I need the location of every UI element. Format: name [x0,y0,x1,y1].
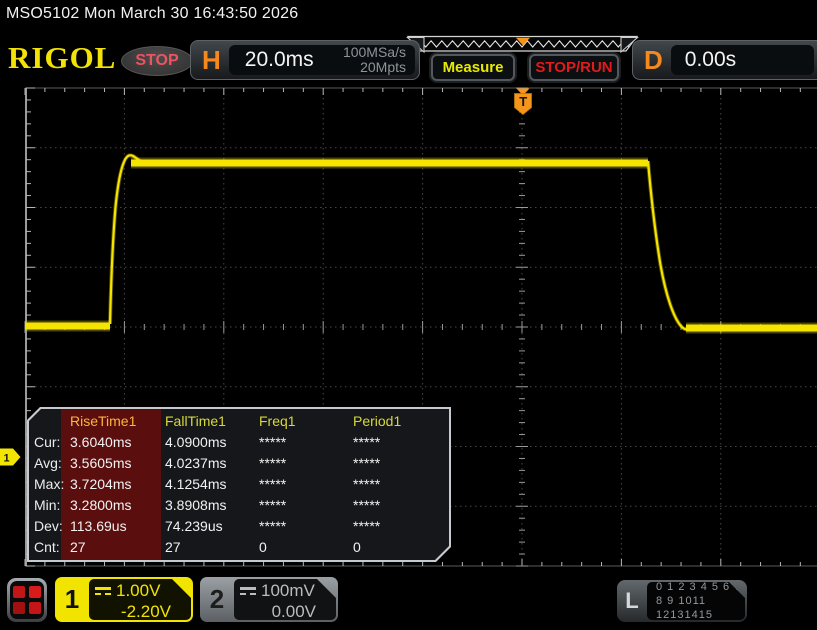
measurement-column-header[interactable]: RiseTime1 [61,413,161,434]
measurement-value: ***** [259,434,287,450]
measurement-value: 0 [259,539,267,555]
horizontal-position-strip[interactable] [406,35,639,52]
delay-value: 0.00s [684,48,737,71]
logic-analyzer-label: L [625,588,639,613]
horizontal-timebase-panel[interactable]: H 20.0ms 100MSa/s 20Mpts [190,40,420,80]
trigger-delay-panel[interactable]: D 0.00s [632,40,817,80]
measurement-value: 4.0237ms [165,455,227,471]
measurement-value: 4.0900ms [165,434,227,450]
sample-rate: 100MSa/s [342,44,406,60]
sample-rate-block: 100MSa/s 20Mpts [343,45,415,75]
measurement-value: 27 [165,539,181,555]
channel1-position-tag[interactable]: 1 [0,448,21,466]
measurement-value: ***** [353,455,381,471]
measurement-value: ***** [353,497,381,513]
channel1-position-tag-label: 1 [3,453,9,465]
measurement-column-header[interactable]: Freq1 [255,413,349,434]
channel2-offset: 0.00V [271,602,316,621]
measurement-value: 74.239us [165,518,223,534]
measurement-column-header[interactable]: FallTime1 [161,413,255,434]
measurement-panel[interactable]: RiseTime1 FallTime1 Freq1 Period1 Cur: 3… [27,407,451,562]
h-label: H [202,44,221,75]
stop-run-button[interactable]: STOP/RUN [529,54,619,81]
measurement-value: ***** [353,434,381,450]
measurement-value: 3.8908ms [165,497,227,513]
dc-coupling-icon [240,587,256,595]
timebase-pill: 20.0ms 100MSa/s 20Mpts [228,45,415,75]
measure-button[interactable]: Measure [431,54,515,81]
channel1-number: 1 [64,584,80,614]
measurement-value: 0 [353,539,361,555]
measurement-value: 3.6040ms [70,434,132,450]
measurement-value: 113.69us [70,518,127,534]
channel2-number: 2 [209,584,225,614]
trigger-marker[interactable]: T [514,88,532,116]
measurement-value: 3.7204ms [70,476,132,492]
grid-icon-square [13,602,25,614]
titlebar-text: MSO5102 Mon March 30 16:43:50 2026 [6,5,299,22]
rigol-logo: RIGOL [8,40,117,75]
channel1-badge[interactable]: 1 1.00V -2.20V [55,577,193,622]
channel2-badge[interactable]: 2 100mV 0.00V [200,577,338,622]
display-menu-icon[interactable] [7,578,47,622]
grid-icon-square [29,602,41,614]
channel1-scale: 1.00V [116,581,161,600]
memory-depth: 20Mpts [360,59,406,75]
measurement-row-label: Cnt: [34,539,60,555]
measurement-row-label: Max: [34,476,65,492]
grid-icon-square [29,586,41,598]
trigger-marker-letter: T [519,94,527,109]
measurement-row-label: Min: [34,497,61,513]
measurement-value: 4.1254ms [165,476,227,492]
measurement-row-label: Cur: [34,434,61,450]
measurement-value: 3.2800ms [70,497,132,513]
measurement-value: ***** [259,518,287,534]
measurement-row-label: Avg: [34,455,62,471]
measurement-value: ***** [259,455,287,471]
measurement-value: ***** [353,476,381,492]
acquisition-status-badge: STOP [121,46,193,76]
timebase-value: 20.0ms [244,48,314,71]
measurement-value: ***** [259,476,287,492]
digital-channels-row2: 8 9 1011 12131415 [656,595,713,621]
channel1-offset: -2.20V [120,602,171,621]
grid-icon-square [13,586,25,598]
measurement-corner-cell [29,413,61,434]
measurement-value: ***** [259,497,287,513]
measurement-value: 27 [70,539,86,555]
channel2-scale: 100mV [261,581,315,600]
measurement-row-label: Dev: [34,518,63,534]
d-label: D [644,44,663,75]
dc-coupling-icon [95,587,111,595]
digital-channels-row1: 0 1 2 3 4 5 6 7 [656,581,742,593]
logic-analyzer-badge[interactable]: L 0 1 2 3 4 5 6 7 8 9 1011 12131415 [617,580,747,622]
channel1-waveform [25,153,817,334]
measurement-column-header[interactable]: Period1 [349,413,449,434]
measurement-value: 3.5605ms [70,455,132,471]
measurement-value: ***** [353,518,381,534]
delay-pill: 0.00s [670,45,814,75]
